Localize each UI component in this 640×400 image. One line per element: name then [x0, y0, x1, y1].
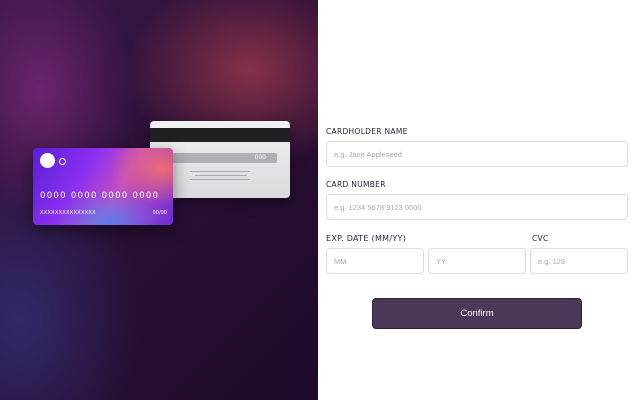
card-front: 0000 0000 0000 0000 XXXXXXXXXXXXXXX 00/0…: [33, 148, 173, 225]
cardholder-name-input[interactable]: [326, 141, 628, 167]
card-back-line: [190, 171, 250, 172]
magnetic-stripe: [150, 128, 290, 142]
card-front-number: 0000 0000 0000 0000: [40, 191, 160, 201]
cardholder-name-label: CARDHOLDER NAME: [326, 127, 408, 136]
card-logo-ring-icon: [59, 158, 66, 165]
exp-date-label: EXP. DATE (MM/YY): [326, 234, 407, 243]
exp-year-input[interactable]: [428, 248, 526, 274]
card-back-line: [195, 175, 247, 176]
card-number-label: CARD NUMBER: [326, 180, 386, 189]
confirm-button[interactable]: Confirm: [372, 298, 582, 329]
card-front-expiry: 00/00: [152, 210, 167, 216]
exp-month-input[interactable]: [326, 248, 424, 274]
card-front-holder: XXXXXXXXXXXXXXX: [40, 210, 96, 216]
cvc-input[interactable]: [530, 248, 628, 274]
card-back-line: [190, 179, 250, 180]
card-logo-circle-icon: [40, 153, 55, 168]
card-display-panel: 000 0000 0000 0000 0000 XXXXXXXXXXXXXXX …: [0, 0, 318, 400]
card-details-form: CARDHOLDER NAME CARD NUMBER EXP. DATE (M…: [326, 0, 628, 400]
card-back-cvc: 000: [254, 154, 266, 161]
cvc-label: CVC: [532, 234, 549, 243]
card-number-input[interactable]: [326, 194, 628, 220]
